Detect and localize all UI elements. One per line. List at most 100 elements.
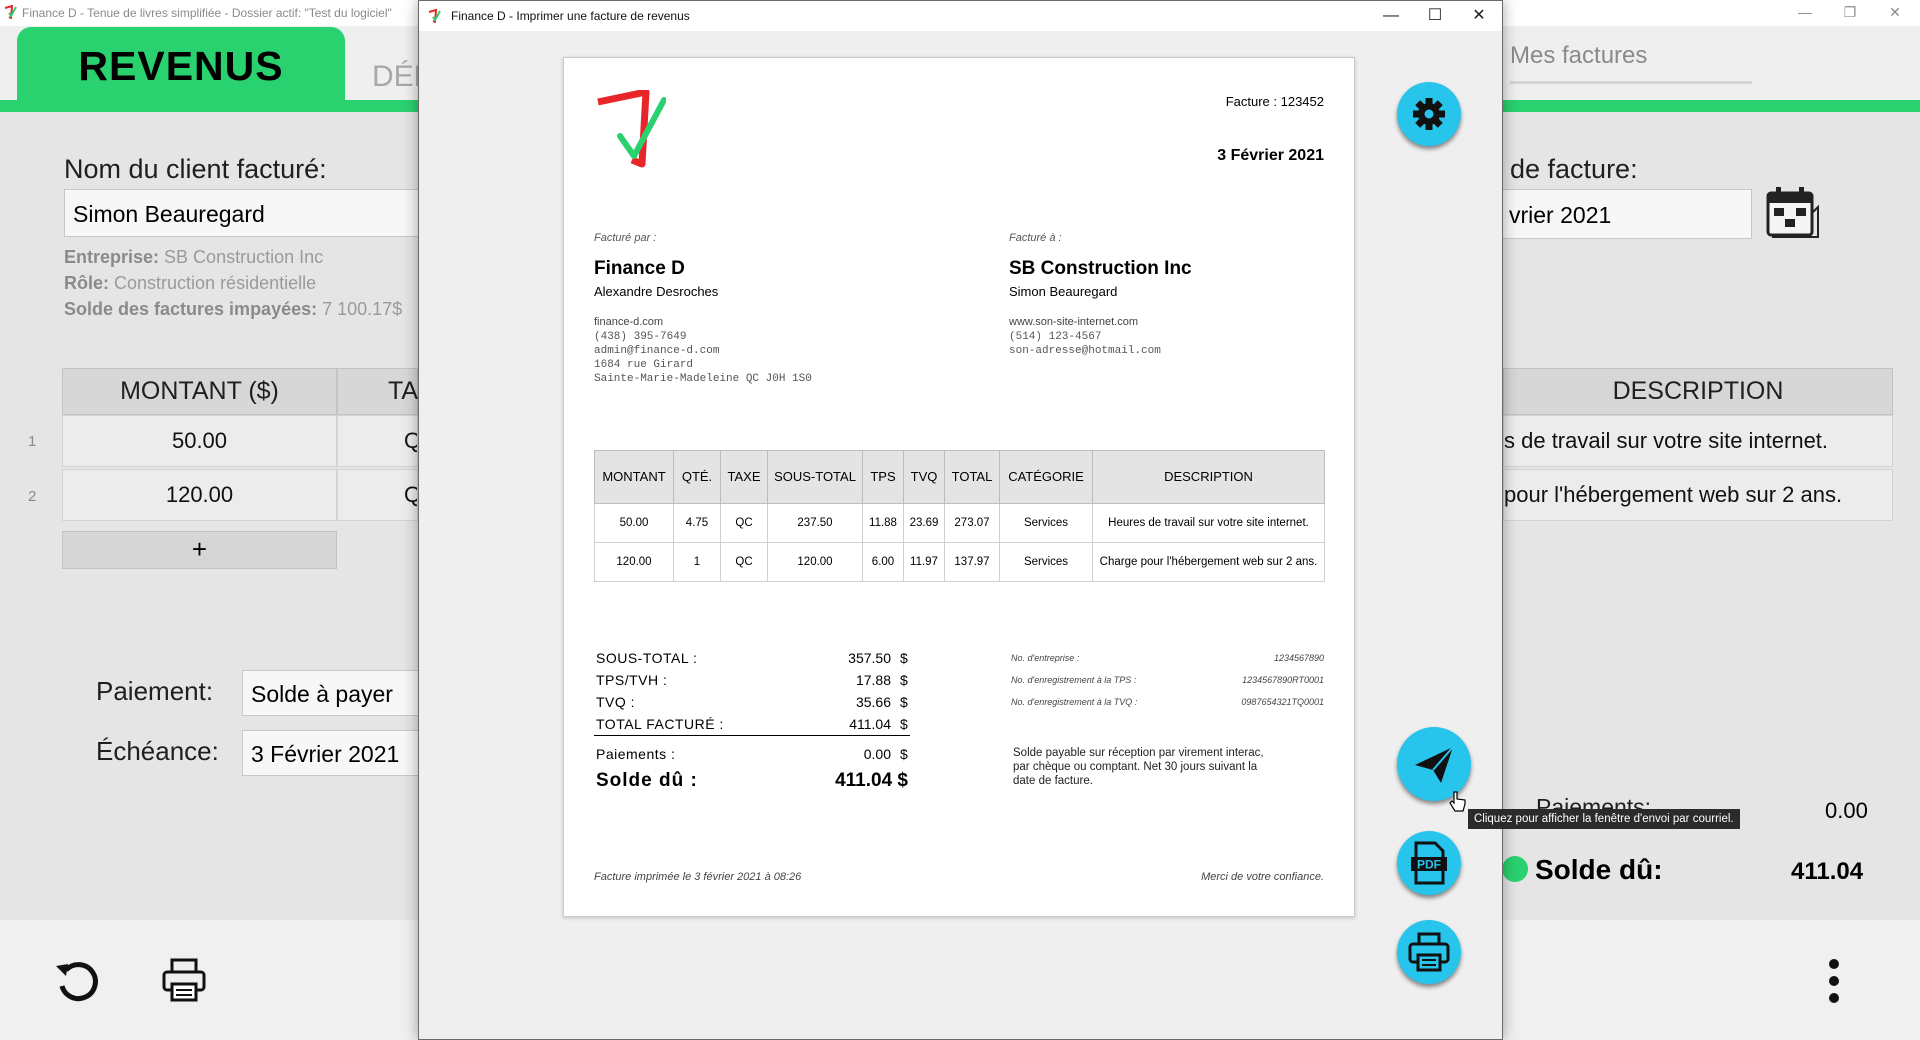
billed-by-company: Finance D	[594, 258, 685, 279]
balance-status-icon	[1502, 856, 1528, 882]
pdf-icon: PDF	[1411, 841, 1447, 885]
billed-to-website: www.son-site-internet.com	[1009, 316, 1138, 328]
total-billed-value: 411.04	[849, 716, 891, 732]
td-montant: 120.00	[594, 542, 674, 582]
calendar-icon[interactable]	[1762, 183, 1820, 241]
printed-timestamp: Facture imprimée le 3 février 2021 à 08:…	[594, 871, 802, 883]
row-number: 2	[28, 488, 37, 505]
payments-value: 0.00	[863, 746, 891, 762]
balance-due-label: Solde dû:	[1535, 854, 1663, 885]
export-pdf-button[interactable]: PDF	[1397, 831, 1461, 895]
send-email-tooltip: Cliquez pour afficher la fenêtre d'envoi…	[1468, 809, 1740, 829]
td-description: Charge pour l'hébergement web sur 2 ans.	[1092, 542, 1325, 582]
payment-label: Paiement:	[96, 676, 214, 706]
svg-text:PDF: PDF	[1417, 858, 1441, 872]
th-total: TOTAL	[944, 450, 1000, 504]
dialog-title: Finance D - Imprimer une facture de reve…	[451, 9, 690, 23]
tab-revenus[interactable]: REVENUS	[17, 27, 345, 109]
subtotal-label: SOUS-TOTAL :	[596, 650, 698, 666]
registration-value: 1234567890RT0001	[1242, 675, 1324, 685]
cell-taxe[interactable]: Q	[337, 469, 418, 521]
dialog-minimize-button[interactable]: —	[1371, 5, 1411, 27]
dialog-maximize-button[interactable]: ☐	[1415, 5, 1455, 27]
total-billed-label: TOTAL FACTURÉ :	[596, 716, 724, 732]
table-row: 120.00 1 QC 120.00 6.00 11.97 137.97 Ser…	[594, 542, 1325, 582]
settings-button[interactable]	[1397, 82, 1461, 146]
registration-value: 1234567890	[1273, 653, 1324, 663]
dialog-close-button[interactable]: ✕	[1459, 5, 1499, 27]
billed-by-city: Sainte-Marie-Madeleine QC J0H 1S0	[594, 373, 812, 385]
cell-montant[interactable]: 120.00	[62, 469, 337, 521]
payment-select[interactable]: Solde à payer	[242, 670, 432, 716]
tvq-value: 35.66	[855, 694, 891, 710]
td-description: Heures de travail sur votre site interne…	[1092, 503, 1325, 543]
thank-you-note: Merci de votre confiance.	[1201, 871, 1324, 883]
td-tps: 11.88	[862, 503, 904, 543]
billed-to-label: Facturé à :	[1009, 232, 1062, 244]
tab-mes-factures[interactable]: Mes factures	[1510, 42, 1647, 70]
th-description: DESCRIPTION	[1092, 450, 1325, 504]
billed-by-label: Facturé par :	[594, 232, 657, 244]
app-close-button[interactable]: ✕	[1885, 4, 1905, 20]
td-qte: 4.75	[673, 503, 721, 543]
logo-icon	[4, 5, 17, 19]
td-tvq: 23.69	[903, 503, 945, 543]
billed-by-street: 1684 rue Girard	[594, 359, 694, 371]
billed-to-person: Simon Beauregard	[1009, 284, 1118, 299]
hand-cursor-icon	[1449, 791, 1466, 812]
app-minimize-button[interactable]: —	[1795, 4, 1815, 20]
invoice-date-input[interactable]: vrier 2021	[1500, 189, 1752, 239]
client-name-input[interactable]: Simon Beauregard	[64, 189, 424, 237]
col-header-description[interactable]: DESCRIPTION	[1503, 368, 1893, 415]
billed-by-email: admin@finance-d.com	[594, 345, 720, 357]
add-row-button[interactable]: +	[62, 531, 337, 569]
row-number: 1	[28, 433, 37, 450]
th-tvq: TVQ	[903, 450, 945, 504]
th-sous-total: SOUS-TOTAL	[767, 450, 863, 504]
currency-symbol: $	[900, 694, 909, 710]
invoice-items-table: MONTANT QTÉ. TAXE SOUS-TOTAL TPS TVQ TOT…	[594, 450, 1325, 582]
app-maximize-button[interactable]: ❐	[1840, 4, 1860, 20]
billed-to-company: SB Construction Inc	[1009, 258, 1192, 279]
client-label: Nom du client facturé:	[64, 154, 327, 184]
invoice-preview: Facture : 123452 3 Février 2021 Facturé …	[563, 57, 1355, 917]
undo-icon[interactable]	[52, 956, 104, 1008]
currency-symbol: $	[900, 672, 909, 688]
print-invoice-dialog: Finance D - Imprimer une facture de reve…	[418, 0, 1503, 1040]
printer-icon[interactable]	[160, 956, 208, 1004]
th-montant: MONTANT	[594, 450, 674, 504]
payment-terms-line: Solde payable sur réception par virement…	[1013, 747, 1264, 759]
col-header-taxe[interactable]: TA	[337, 368, 418, 415]
cell-description[interactable]: s de travail sur votre site internet.	[1503, 415, 1893, 467]
due-date-label: Échéance:	[96, 736, 219, 766]
registration-label: No. d'enregistrement à la TVQ :	[1011, 697, 1138, 707]
col-header-montant[interactable]: MONTANT ($)	[62, 368, 337, 415]
th-qte: QTÉ.	[673, 450, 721, 504]
registration-label: No. d'entreprise :	[1011, 653, 1080, 663]
td-total: 137.97	[944, 542, 1000, 582]
td-tvq: 11.97	[903, 542, 945, 582]
client-company: Entreprise: SB Construction Inc	[64, 247, 324, 267]
currency-symbol: $	[900, 716, 909, 732]
cell-description[interactable]: pour l'hébergement web sur 2 ans.	[1503, 469, 1893, 521]
gear-icon	[1413, 98, 1445, 130]
logo-icon	[428, 9, 441, 23]
billed-by-person: Alexandre Desroches	[594, 284, 719, 299]
balance-due-value: 411.04	[1791, 858, 1864, 885]
more-icon[interactable]	[1824, 958, 1844, 1004]
currency-symbol: $	[900, 650, 909, 666]
print-button[interactable]	[1397, 920, 1461, 984]
payment-terms-line: par chèque ou comptant. Net 30 jours sui…	[1013, 761, 1258, 773]
td-taxe: QC	[720, 542, 768, 582]
th-tps: TPS	[862, 450, 904, 504]
printer-icon	[1408, 932, 1450, 972]
billed-to-email: son-adresse@hotmail.com	[1009, 345, 1161, 357]
dialog-titlebar: Finance D - Imprimer une facture de reve…	[419, 1, 1502, 31]
td-sous-total: 120.00	[767, 542, 863, 582]
due-date-input[interactable]: 3 Février 2021	[242, 730, 432, 776]
payment-terms-line: date de facture.	[1013, 775, 1093, 787]
cell-montant[interactable]: 50.00	[62, 415, 337, 467]
cell-taxe[interactable]: Q	[337, 415, 418, 467]
client-unpaid-balance: Solde des factures impayées: 7 100.17$	[64, 299, 403, 319]
logo-icon	[597, 90, 666, 168]
